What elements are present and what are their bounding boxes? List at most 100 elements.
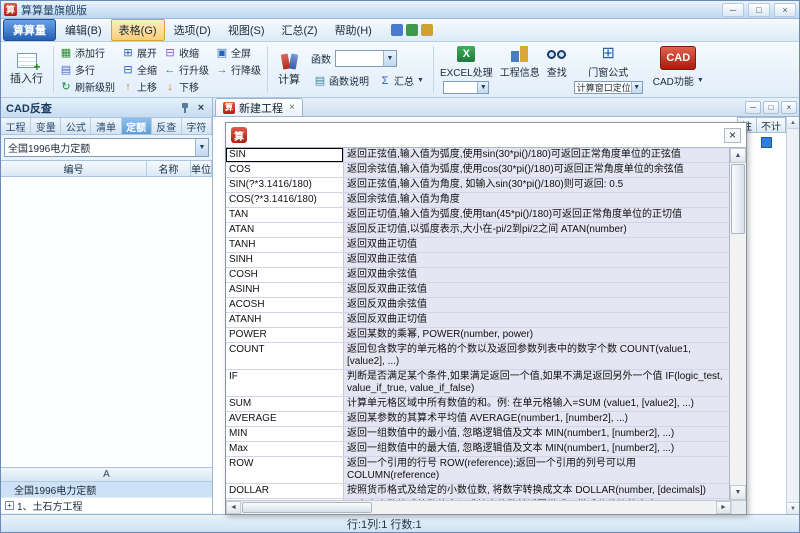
- function-desc-cell[interactable]: 返回某参数的其算术平均值 AVERAGE(number1, [number2],…: [344, 412, 729, 426]
- chevron-down-icon[interactable]: ▼: [383, 51, 396, 66]
- function-desc-cell[interactable]: 返回反正切值,以弧度表示,大小在-pi/2到pi/2之间 ATAN(number…: [344, 223, 729, 237]
- panel-tab[interactable]: 定额: [122, 118, 152, 134]
- chevron-down-icon[interactable]: ▼: [195, 139, 208, 156]
- quota-select[interactable]: 全国1996电力定额 ▼: [4, 138, 209, 157]
- function-desc-cell[interactable]: 返回正弦值,输入值为弧度,使用sin(30*pi()/180)可返回正常角度单位…: [344, 148, 729, 162]
- function-name-cell[interactable]: TAN: [226, 208, 344, 222]
- function-desc-cell[interactable]: 返回某数的乘幂, POWER(number, power): [344, 328, 729, 342]
- collapse-button[interactable]: ⊟收缩: [162, 45, 211, 60]
- find-button[interactable]: 查找: [547, 64, 567, 79]
- function-desc-cell[interactable]: 返回反双曲余弦值: [344, 298, 729, 312]
- function-name-cell[interactable]: Max: [226, 442, 344, 456]
- dialog-vertical-scrollbar[interactable]: ▲ ▼: [730, 148, 746, 500]
- summary-button[interactable]: Σ汇总▼: [376, 72, 427, 89]
- function-row[interactable]: SUM 计算单元格区域中所有数值的和。例: 在单元格输入=SUM (value1…: [226, 397, 729, 412]
- function-desc-cell[interactable]: 返回一组数值中的最小值, 忽略逻辑值及文本 MIN(number1, [numb…: [344, 427, 729, 441]
- function-row[interactable]: ASINH 返回反双曲正弦值: [226, 283, 729, 298]
- function-name-cell[interactable]: ASINH: [226, 283, 344, 297]
- sheet-vertical-scrollbar[interactable]: ▲ ▼: [786, 117, 799, 514]
- function-name-cell[interactable]: MIN: [226, 427, 344, 441]
- quick-icon-1[interactable]: [391, 24, 403, 36]
- function-name-cell[interactable]: DOLLAR: [226, 484, 344, 498]
- calculate-button[interactable]: 计算: [272, 44, 306, 95]
- function-desc-cell[interactable]: 返回双曲正弦值: [344, 253, 729, 267]
- function-desc-cell[interactable]: 计算单元格区域中所有数值的和。例: 在单元格输入=SUM (value1, [v…: [344, 397, 729, 411]
- child-close-button[interactable]: ×: [781, 101, 797, 114]
- panel-tab[interactable]: 字符: [182, 118, 212, 134]
- child-minimize-button[interactable]: ─: [745, 101, 761, 114]
- column-header-exclude[interactable]: 不计: [757, 117, 786, 133]
- scrollbar-thumb[interactable]: [731, 164, 745, 234]
- function-row[interactable]: ROW 返回一个引用的行号 ROW(reference);返回一个引用的列号可以…: [226, 457, 729, 484]
- maximize-button[interactable]: □: [748, 3, 770, 17]
- function-name-cell[interactable]: IF: [226, 370, 344, 396]
- function-name-cell[interactable]: ACOSH: [226, 298, 344, 312]
- function-desc-cell[interactable]: 返回双曲余弦值: [344, 268, 729, 282]
- row-downgrade-button[interactable]: →行降级: [214, 62, 263, 77]
- function-name-cell[interactable]: COS(?*3.1416/180): [226, 193, 344, 207]
- function-name-cell[interactable]: SIN(?*3.1416/180): [226, 178, 344, 192]
- function-row[interactable]: AVERAGE 返回某参数的其算术平均值 AVERAGE(number1, [n…: [226, 412, 729, 427]
- move-up-button[interactable]: ↑上移: [120, 79, 159, 94]
- cad-button[interactable]: CAD: [660, 46, 696, 70]
- quick-icon-3[interactable]: [421, 24, 433, 36]
- expand-node-icon[interactable]: +: [5, 501, 14, 510]
- menu-item[interactable]: 编辑(B): [57, 19, 110, 41]
- function-desc-cell[interactable]: 返回余弦值,输入值为弧度,使用cos(30*pi()/180)可返回正常角度单位…: [344, 163, 729, 177]
- function-name-cell[interactable]: COSH: [226, 268, 344, 282]
- function-desc-cell[interactable]: 返回正弦值,输入值为角度, 如输入sin(30*pi()/180)则可返回: 0…: [344, 178, 729, 192]
- child-restore-button[interactable]: □: [763, 101, 779, 114]
- calc-window-position-dropdown[interactable]: 计算窗口定位▼: [574, 81, 643, 94]
- insert-row-button[interactable]: + 插入行: [4, 44, 49, 95]
- scrollbar-track[interactable]: [373, 501, 716, 514]
- function-desc-cell[interactable]: 返回反双曲正切值: [344, 313, 729, 327]
- dialog-close-button[interactable]: ×: [724, 128, 741, 143]
- function-row[interactable]: ATANH 返回反双曲正切值: [226, 313, 729, 328]
- quota-table-body[interactable]: [1, 177, 212, 467]
- panel-tab[interactable]: 清单: [91, 118, 121, 134]
- function-name-cell[interactable]: COUNT: [226, 343, 344, 369]
- function-help-button[interactable]: ▤函数说明: [311, 72, 372, 89]
- scroll-up-icon[interactable]: ▲: [730, 148, 746, 163]
- function-desc-cell[interactable]: 返回正切值,输入值为弧度,使用tan(45*pi()/180)可返回正常角度单位…: [344, 208, 729, 222]
- door-window-formula-button[interactable]: 门窗公式: [588, 64, 628, 79]
- function-name-cell[interactable]: TANH: [226, 238, 344, 252]
- function-row[interactable]: TANH 返回双曲正切值: [226, 238, 729, 253]
- tree-item-earthwork[interactable]: +1、土石方工程: [1, 498, 212, 514]
- scroll-up-icon[interactable]: ▲: [787, 117, 799, 129]
- column-header[interactable]: 名称: [147, 161, 191, 176]
- panel-close-icon[interactable]: ×: [195, 102, 207, 114]
- function-row[interactable]: COS(?*3.1416/180) 返回余弦值,输入值为角度: [226, 193, 729, 208]
- cad-functions-button[interactable]: CAD功能▼: [650, 72, 707, 89]
- tab-close-icon[interactable]: ×: [289, 102, 295, 113]
- function-row[interactable]: COSH 返回双曲余弦值: [226, 268, 729, 283]
- menu-item[interactable]: 帮助(H): [327, 19, 380, 41]
- function-name-cell[interactable]: SINH: [226, 253, 344, 267]
- function-name-cell[interactable]: POWER: [226, 328, 344, 342]
- tab-new-project[interactable]: 算 新建工程 ×: [215, 98, 303, 116]
- function-desc-cell[interactable]: 返回包含数字的单元格的个数以及返回参数列表中的数字个数 COUNT(value1…: [344, 343, 729, 369]
- menu-item[interactable]: 视图(S): [220, 19, 273, 41]
- function-desc-cell[interactable]: 返回余弦值,输入值为角度: [344, 193, 729, 207]
- app-menu-button[interactable]: 算算量: [3, 19, 56, 41]
- collapse-all-button[interactable]: ⊟全缩: [120, 62, 159, 77]
- pin-icon[interactable]: [180, 102, 190, 114]
- scrollbar-track[interactable]: [730, 235, 746, 485]
- function-name-cell[interactable]: ROW: [226, 457, 344, 483]
- panel-tab[interactable]: 反查: [152, 118, 182, 134]
- scroll-down-icon[interactable]: ▼: [730, 485, 746, 500]
- function-row[interactable]: SIN 返回正弦值,输入值为弧度,使用sin(30*pi()/180)可返回正常…: [226, 148, 729, 163]
- function-row[interactable]: COS 返回余弦值,输入值为弧度,使用cos(30*pi()/180)可返回正常…: [226, 163, 729, 178]
- minimize-button[interactable]: ─: [722, 3, 744, 17]
- scroll-down-icon[interactable]: ▼: [787, 502, 799, 514]
- project-info-button[interactable]: 工程信息: [500, 64, 540, 79]
- scrollbar-thumb[interactable]: [242, 502, 372, 513]
- column-header[interactable]: 编号: [1, 161, 147, 176]
- function-name-cell[interactable]: SUM: [226, 397, 344, 411]
- refresh-level-button[interactable]: ↻刷新级别: [58, 79, 117, 94]
- excel-options-dropdown[interactable]: ▼: [443, 81, 489, 94]
- move-down-button[interactable]: ↓下移: [162, 79, 211, 94]
- dialog-horizontal-scrollbar[interactable]: ◄ ►: [226, 500, 746, 514]
- function-name-cell[interactable]: COS: [226, 163, 344, 177]
- excel-button[interactable]: EXCEL处理: [440, 64, 493, 79]
